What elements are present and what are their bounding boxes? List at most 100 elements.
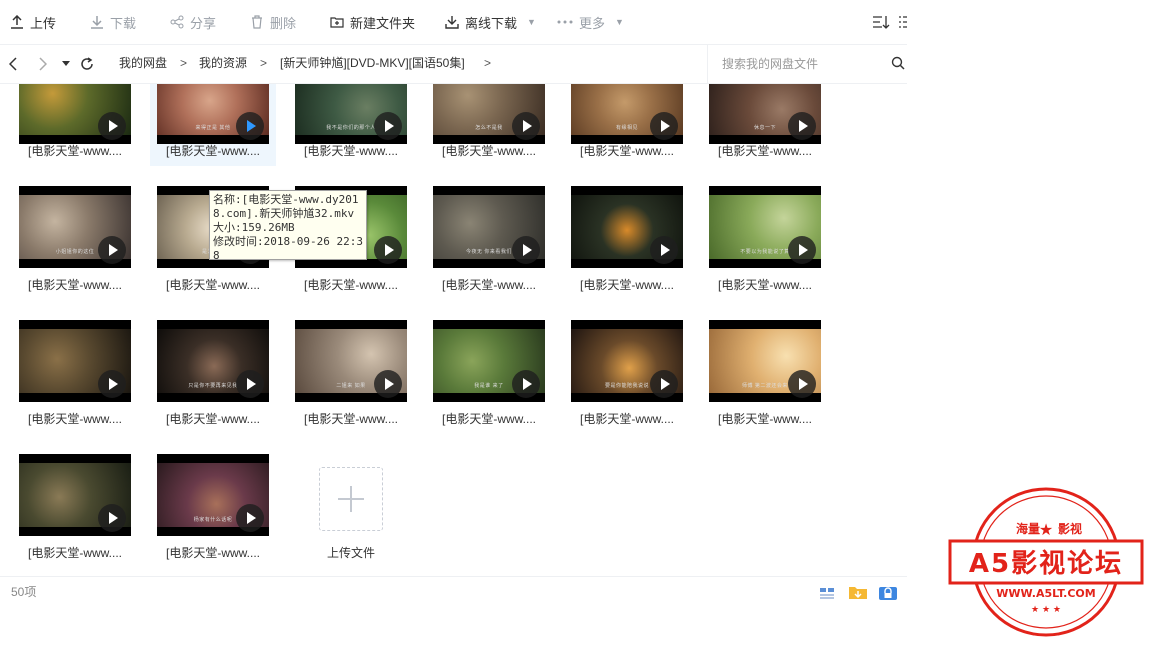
play-icon[interactable] — [98, 370, 126, 398]
play-icon[interactable] — [98, 112, 126, 140]
file-tile[interactable]: 师傅 第二波还会来 [电影天堂-www.... — [702, 320, 828, 436]
download-button[interactable]: 下载 — [90, 0, 136, 44]
video-thumbnail: 我是谁 来了 — [433, 320, 545, 402]
file-tile[interactable]: 来得正是 其他 [电影天堂-www.... — [150, 84, 276, 166]
file-tile[interactable]: 怎么不是我 [电影天堂-www.... — [426, 84, 552, 166]
netdisk-window: 上传 下载 分享 删除 新建文件夹 离线下载 ▼ 更多 ▼ 我的网盘 > 我的资… — [0, 0, 907, 648]
play-icon[interactable] — [374, 236, 402, 264]
video-thumbnail: 不要以为我能说了算 — [709, 186, 821, 268]
file-tile[interactable]: 我是谁 来了 [电影天堂-www.... — [426, 320, 552, 436]
tooltip-size: 大小:159.26MB — [213, 221, 295, 234]
video-thumbnail: 杨家有什么话呢 — [157, 454, 269, 536]
video-thumbnail: 二姐来 如果 — [295, 320, 407, 402]
file-tile[interactable]: 只是你不要再来见我 [电影天堂-www.... — [150, 320, 276, 436]
play-icon[interactable] — [236, 504, 264, 532]
play-icon[interactable] — [512, 370, 540, 398]
plus-icon[interactable] — [319, 467, 383, 531]
transfer-icon[interactable] — [818, 584, 836, 600]
file-name: [电影天堂-www.... — [27, 144, 122, 158]
video-thumbnail — [19, 320, 131, 402]
video-thumbnail — [571, 186, 683, 268]
folder-download-icon[interactable] — [848, 584, 868, 600]
file-name: [电影天堂-www.... — [27, 546, 122, 560]
watermark-main-text: A5影视论坛 — [969, 549, 1123, 579]
play-icon[interactable] — [374, 112, 402, 140]
search-icon[interactable] — [891, 56, 905, 70]
file-name: [电影天堂-www.... — [717, 278, 812, 292]
file-tile[interactable]: [电影天堂-www.... — [12, 84, 138, 166]
upload-label: 上传 — [30, 15, 57, 31]
play-icon[interactable] — [236, 112, 264, 140]
trash-icon — [252, 15, 262, 29]
forward-button[interactable] — [34, 44, 52, 83]
play-icon[interactable] — [788, 236, 816, 264]
offline-download-label: 离线下载 — [465, 15, 518, 31]
file-name: [电影天堂-www.... — [165, 412, 260, 426]
chevron-left-icon — [9, 56, 17, 71]
video-thumbnail: 师傅 第二波还会来 — [709, 320, 821, 402]
file-name: [电影天堂-www.... — [579, 278, 674, 292]
play-icon[interactable] — [512, 112, 540, 140]
file-tooltip: 名称:[电影天堂-www.dy2018.com].新天师钟馗32.mkv 大小:… — [209, 190, 367, 262]
breadcrumb-separator: > — [484, 56, 492, 70]
offline-download-button[interactable]: 离线下载 ▼ — [445, 0, 536, 44]
file-name: [电影天堂-www.... — [441, 278, 536, 292]
play-icon[interactable] — [788, 112, 816, 140]
video-thumbnail: 有缘相见 — [571, 84, 683, 144]
video-thumbnail: 小姐姐你的这位 — [19, 186, 131, 268]
sort-icon — [873, 16, 890, 29]
file-name: [电影天堂-www.... — [717, 144, 812, 158]
file-tile[interactable]: 杨家有什么话呢 [电影天堂-www.... — [150, 454, 276, 570]
play-icon[interactable] — [236, 370, 264, 398]
play-icon[interactable] — [788, 370, 816, 398]
lock-icon[interactable] — [878, 584, 898, 600]
video-thumbnail: 怎么不是我 — [433, 84, 545, 144]
sort-button[interactable] — [872, 0, 896, 44]
new-folder-button[interactable]: 新建文件夹 — [330, 0, 415, 44]
file-tile[interactable]: 我不是你们的那个人 [电影天堂-www.... — [288, 84, 414, 166]
list-view-button[interactable] — [898, 0, 913, 44]
watermark-url: WWW.A5LT.COM — [996, 587, 1095, 600]
file-tile[interactable]: 休息一下 [电影天堂-www.... — [702, 84, 828, 166]
play-icon[interactable] — [650, 236, 678, 264]
file-tile[interactable]: [电影天堂-www.... — [12, 454, 138, 570]
file-tile[interactable]: 不要以为我能说了算 [电影天堂-www.... — [702, 186, 828, 302]
more-dots-icon — [557, 20, 573, 24]
play-icon[interactable] — [650, 112, 678, 140]
history-dropdown[interactable] — [60, 44, 72, 83]
refresh-icon — [81, 56, 93, 70]
play-icon[interactable] — [512, 236, 540, 264]
star-icon: ★ — [1039, 520, 1053, 539]
download-label: 下载 — [110, 15, 137, 31]
file-tile[interactable]: 有缘相见 [电影天堂-www.... — [564, 84, 690, 166]
upload-button[interactable]: 上传 — [10, 0, 56, 44]
search-input[interactable] — [720, 54, 884, 74]
file-tile[interactable]: 小姐姐你的这位 [电影天堂-www.... — [12, 186, 138, 302]
back-button[interactable] — [4, 44, 22, 83]
file-tile[interactable]: [电影天堂-www.... — [12, 320, 138, 436]
file-tile[interactable]: 今夜无 你来看我们 [电影天堂-www.... — [426, 186, 552, 302]
file-tile[interactable]: 二姐来 如果 [电影天堂-www.... — [288, 320, 414, 436]
file-name: [电影天堂-www.... — [579, 412, 674, 426]
file-name: [电影天堂-www.... — [579, 144, 674, 158]
watermark-top-text-2: 影视 — [1058, 521, 1082, 536]
play-icon[interactable] — [98, 504, 126, 532]
file-tile[interactable]: [电影天堂-www.... — [564, 186, 690, 302]
video-thumbnail — [19, 84, 131, 144]
play-icon[interactable] — [650, 370, 678, 398]
share-button[interactable]: 分享 — [170, 0, 216, 44]
refresh-button[interactable] — [78, 44, 96, 83]
play-icon[interactable] — [98, 236, 126, 264]
more-button[interactable]: 更多 ▼ — [557, 0, 624, 44]
upload-file-tile[interactable]: 上传文件 — [311, 454, 391, 564]
file-name: [电影天堂-www.... — [717, 412, 812, 426]
file-tile[interactable]: 要是你能陪我说说 [电影天堂-www.... — [564, 320, 690, 436]
download-icon — [91, 16, 103, 29]
breadcrumb-current-folder[interactable]: [新天师钟馗][DVD-MKV][国语50集] — [280, 44, 465, 83]
breadcrumb-my-disk[interactable]: 我的网盘 — [119, 44, 167, 83]
list-view-icon — [899, 16, 907, 28]
delete-button[interactable]: 删除 — [250, 0, 296, 44]
tooltip-name: 名称:[电影天堂-www.dy2018.com].新天师钟馗32.mkv — [213, 193, 359, 220]
breadcrumb-my-resources[interactable]: 我的资源 — [199, 44, 247, 83]
play-icon[interactable] — [374, 370, 402, 398]
